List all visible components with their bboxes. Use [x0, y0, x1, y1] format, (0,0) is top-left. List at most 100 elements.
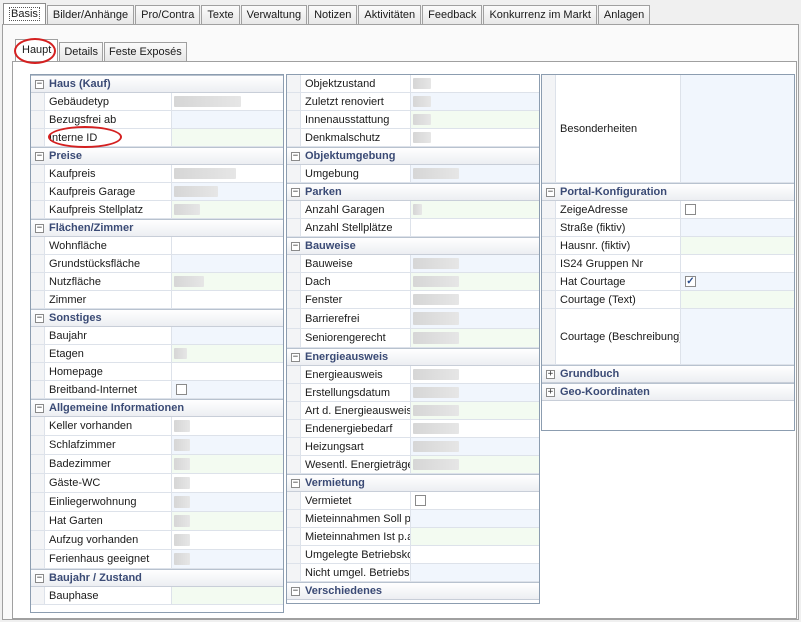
section-grundbuch[interactable]: + Grundbuch [542, 365, 794, 383]
value-cell[interactable] [411, 564, 539, 581]
section-energieausweis[interactable]: − Energieausweis [287, 348, 539, 366]
value-cell[interactable] [411, 165, 539, 182]
grid-row-erstellungsdatum[interactable]: Erstellungsdatum [287, 384, 539, 402]
collapse-icon[interactable]: − [291, 241, 300, 251]
grid-row-badezimmer[interactable]: Badezimmer [31, 455, 283, 474]
value-cell[interactable] [172, 273, 283, 290]
value-cell[interactable] [411, 402, 539, 419]
value-cell[interactable] [411, 111, 539, 128]
collapse-icon[interactable]: − [291, 352, 300, 362]
section-allgemeine-informationen[interactable]: − Allgemeine Informationen [31, 399, 283, 417]
grid-row-breitband-internet[interactable]: Breitband-Internet [31, 381, 283, 399]
value-cell[interactable] [172, 201, 283, 218]
grid-row-hat-courtage[interactable]: Hat Courtage ✓ [542, 273, 794, 291]
value-cell[interactable] [172, 93, 283, 110]
value-cell[interactable] [681, 237, 794, 254]
grid-row-etagen[interactable]: Etagen [31, 345, 283, 363]
section-flaechen-zimmer[interactable]: − Flächen/Zimmer [31, 219, 283, 237]
grid-row-bezugsfrei-ab[interactable]: Bezugsfrei ab [31, 111, 283, 129]
value-cell[interactable] [172, 493, 283, 511]
grid-row-ferienhaus-geeignet[interactable]: Ferienhaus geeignet [31, 550, 283, 569]
grid-row-grundstuecksflaeche[interactable]: Grundstücksfläche [31, 255, 283, 273]
collapse-icon[interactable]: − [35, 573, 44, 583]
section-sonstiges[interactable]: − Sonstiges [31, 309, 283, 327]
tab-verwaltung[interactable]: Verwaltung [240, 5, 308, 25]
value-cell[interactable] [172, 165, 283, 182]
vermietet-checkbox[interactable] [415, 494, 426, 506]
grid-row-courtage-text[interactable]: Courtage (Text) [542, 291, 794, 309]
section-haus-kauf[interactable]: − Haus (Kauf) [31, 75, 283, 93]
value-cell[interactable] [411, 438, 539, 455]
tab-basis[interactable]: Basis [3, 3, 46, 25]
grid-row-dach[interactable]: Dach [287, 273, 539, 291]
grid-row-seniorengerecht[interactable]: Seniorengerecht [287, 329, 539, 348]
value-cell[interactable] [172, 417, 283, 435]
tab-notizen[interactable]: Notizen [308, 5, 358, 25]
grid-row-interne-id[interactable]: Interne ID [31, 129, 283, 147]
value-cell[interactable] [411, 510, 539, 527]
grid-row-art-energieausweis[interactable]: Art d. Energieausweis [287, 402, 539, 420]
grid-row-wohnflaeche[interactable]: Wohnfläche [31, 237, 283, 255]
hat-courtage-checkbox[interactable]: ✓ [685, 275, 696, 287]
tab-bilder-anhaenge[interactable]: Bilder/Anhänge [46, 5, 135, 25]
value-cell[interactable] [681, 255, 794, 272]
value-cell[interactable] [411, 456, 539, 473]
grid-row-aufzug-vorhanden[interactable]: Aufzug vorhanden [31, 531, 283, 550]
value-cell[interactable] [172, 363, 283, 380]
tab-feedback[interactable]: Feedback [422, 5, 483, 25]
grid-row-denkmalschutz[interactable]: Denkmalschutz [287, 129, 539, 147]
grid-row-umgelegte-betriebskosten[interactable]: Umgelegte Betriebskosten [287, 546, 539, 564]
value-cell[interactable] [172, 111, 283, 128]
grid-row-besonderheiten[interactable]: Besonderheiten [542, 75, 794, 183]
value-cell[interactable] [411, 291, 539, 308]
value-cell[interactable] [172, 291, 283, 308]
grid-row-endenergiebedarf[interactable]: Endenergiebedarf [287, 420, 539, 438]
tab-haupt[interactable]: Haupt [15, 39, 59, 61]
section-parken[interactable]: − Parken [287, 183, 539, 201]
value-cell[interactable] [411, 420, 539, 437]
value-cell[interactable] [172, 183, 283, 200]
tab-anlagen[interactable]: Anlagen [597, 5, 651, 25]
value-cell[interactable] [172, 237, 283, 254]
grid-row-hat-garten[interactable]: Hat Garten [31, 512, 283, 531]
grid-row-courtage-beschreibung[interactable]: Courtage (Beschreibung) [542, 309, 794, 365]
grid-row-mieteinnahmen-ist[interactable]: Mieteinnahmen Ist p.a. [287, 528, 539, 546]
value-cell[interactable] [681, 291, 794, 308]
value-cell[interactable] [172, 550, 283, 568]
tab-pro-contra[interactable]: Pro/Contra [135, 5, 201, 25]
grid-row-anzahl-stellplaetze[interactable]: Anzahl Stellplätze [287, 219, 539, 237]
value-cell[interactable] [411, 546, 539, 563]
collapse-icon[interactable]: − [35, 151, 44, 161]
value-cell[interactable] [172, 587, 283, 604]
section-verschiedenes[interactable]: − Verschiedenes [287, 582, 539, 600]
grid-row-heizungsart[interactable]: Heizungsart [287, 438, 539, 456]
grid-row-energietraeger[interactable]: Wesentl. Energieträger [287, 456, 539, 474]
grid-row-fenster[interactable]: Fenster [287, 291, 539, 309]
grid-row-homepage[interactable]: Homepage [31, 363, 283, 381]
grid-row-strasse-fiktiv[interactable]: Straße (fiktiv) [542, 219, 794, 237]
grid-row-barrierefrei[interactable]: Barrierefrei [287, 309, 539, 329]
value-cell[interactable] [172, 436, 283, 454]
value-cell[interactable] [172, 455, 283, 473]
collapse-icon[interactable]: − [291, 478, 300, 488]
expand-icon[interactable]: + [546, 387, 555, 397]
tab-details[interactable]: Details [59, 42, 103, 61]
grid-row-kaufpreis[interactable]: Kaufpreis [31, 165, 283, 183]
grid-row-energieausweis[interactable]: Energieausweis [287, 366, 539, 384]
grid-row-bauphase[interactable]: Bauphase [31, 587, 283, 605]
collapse-icon[interactable]: − [291, 151, 300, 161]
grid-row-keller-vorhanden[interactable]: Keller vorhanden [31, 417, 283, 436]
value-cell[interactable] [172, 327, 283, 344]
grid-row-gaeste-wc[interactable]: Gäste-WC [31, 474, 283, 493]
grid-row-zimmer[interactable]: Zimmer [31, 291, 283, 309]
grid-row-schlafzimmer[interactable]: Schlafzimmer [31, 436, 283, 455]
section-objektumgebung[interactable]: − Objektumgebung [287, 147, 539, 165]
collapse-icon[interactable]: − [35, 223, 44, 233]
value-cell[interactable] [172, 129, 283, 146]
collapse-icon[interactable]: − [35, 403, 44, 413]
value-cell[interactable] [172, 345, 283, 362]
grid-row-anzahl-garagen[interactable]: Anzahl Garagen [287, 201, 539, 219]
value-cell[interactable] [411, 366, 539, 383]
grid-row-gebaeudetyp[interactable]: Gebäudetyp [31, 93, 283, 111]
grid-row-kaufpreis-stellplatz[interactable]: Kaufpreis Stellplatz [31, 201, 283, 219]
